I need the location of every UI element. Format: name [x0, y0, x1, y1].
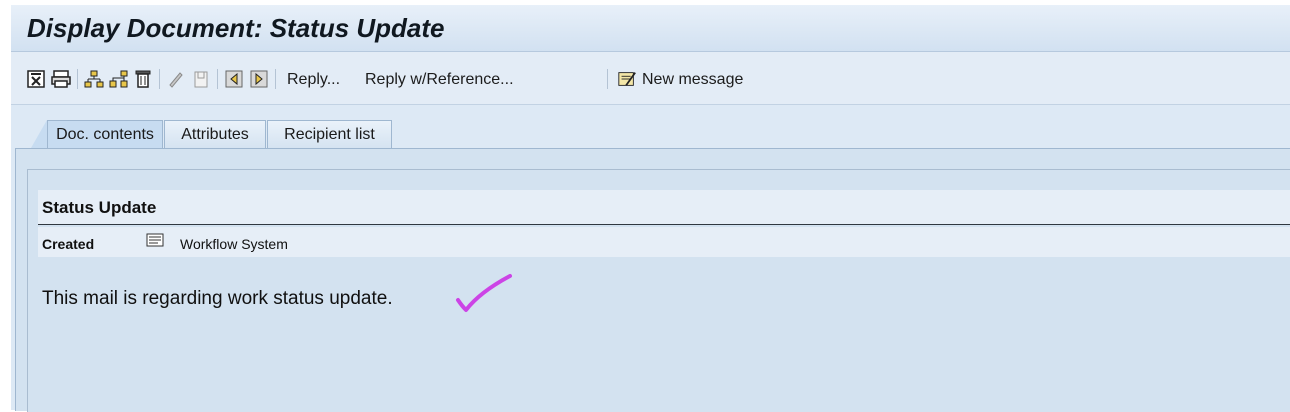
active-tab-slant — [31, 120, 47, 148]
checkmark-annotation — [452, 270, 516, 318]
new-message-button[interactable]: New message — [642, 71, 743, 89]
reply-button[interactable]: Reply... — [287, 71, 340, 89]
tab-panel: Status Update Created Workflow System Th… — [15, 148, 1290, 412]
document-frame: Status Update Created Workflow System Th… — [27, 169, 1290, 412]
window-title: Display Document: Status Update — [27, 13, 445, 43]
new-message-icon[interactable] — [617, 69, 637, 89]
document-header: Status Update — [38, 190, 1290, 225]
toolbar-separator — [159, 69, 160, 89]
tab-recipient-list[interactable]: Recipient list — [267, 120, 392, 148]
sap-window: Display Document: Status Update Reply...… — [11, 5, 1290, 412]
tab-attributes[interactable]: Attributes — [164, 120, 266, 148]
print-icon[interactable] — [51, 69, 71, 89]
tab-strip-area: Doc. contents Attributes Recipient list … — [11, 105, 1290, 412]
bin-icon[interactable] — [191, 69, 211, 89]
created-by-value: Workflow System — [180, 236, 288, 252]
document-title: Status Update — [42, 198, 157, 217]
toolbar-separator — [607, 69, 608, 89]
next-document-icon[interactable] — [249, 69, 269, 89]
created-label: Created — [42, 236, 95, 252]
delete-icon[interactable] — [133, 69, 153, 89]
close-document-icon[interactable] — [26, 69, 46, 89]
document-body: This mail is regarding work status updat… — [42, 288, 393, 309]
toolbar-separator — [217, 69, 218, 89]
previous-document-icon[interactable] — [224, 69, 244, 89]
hierarchy-icon[interactable] — [84, 69, 104, 89]
toolbar-separator — [77, 69, 78, 89]
application-toolbar: Reply... Reply w/Reference... New messag… — [11, 52, 1290, 105]
toolbar-separator — [275, 69, 276, 89]
document-list-icon[interactable] — [146, 233, 164, 247]
reply-with-reference-button[interactable]: Reply w/Reference... — [365, 71, 514, 89]
structure-icon[interactable] — [109, 69, 129, 89]
pencil-icon[interactable] — [166, 69, 186, 89]
created-row: Created Workflow System — [38, 227, 1290, 257]
title-bar: Display Document: Status Update — [11, 5, 1290, 52]
tab-doc-contents[interactable]: Doc. contents — [47, 120, 163, 148]
